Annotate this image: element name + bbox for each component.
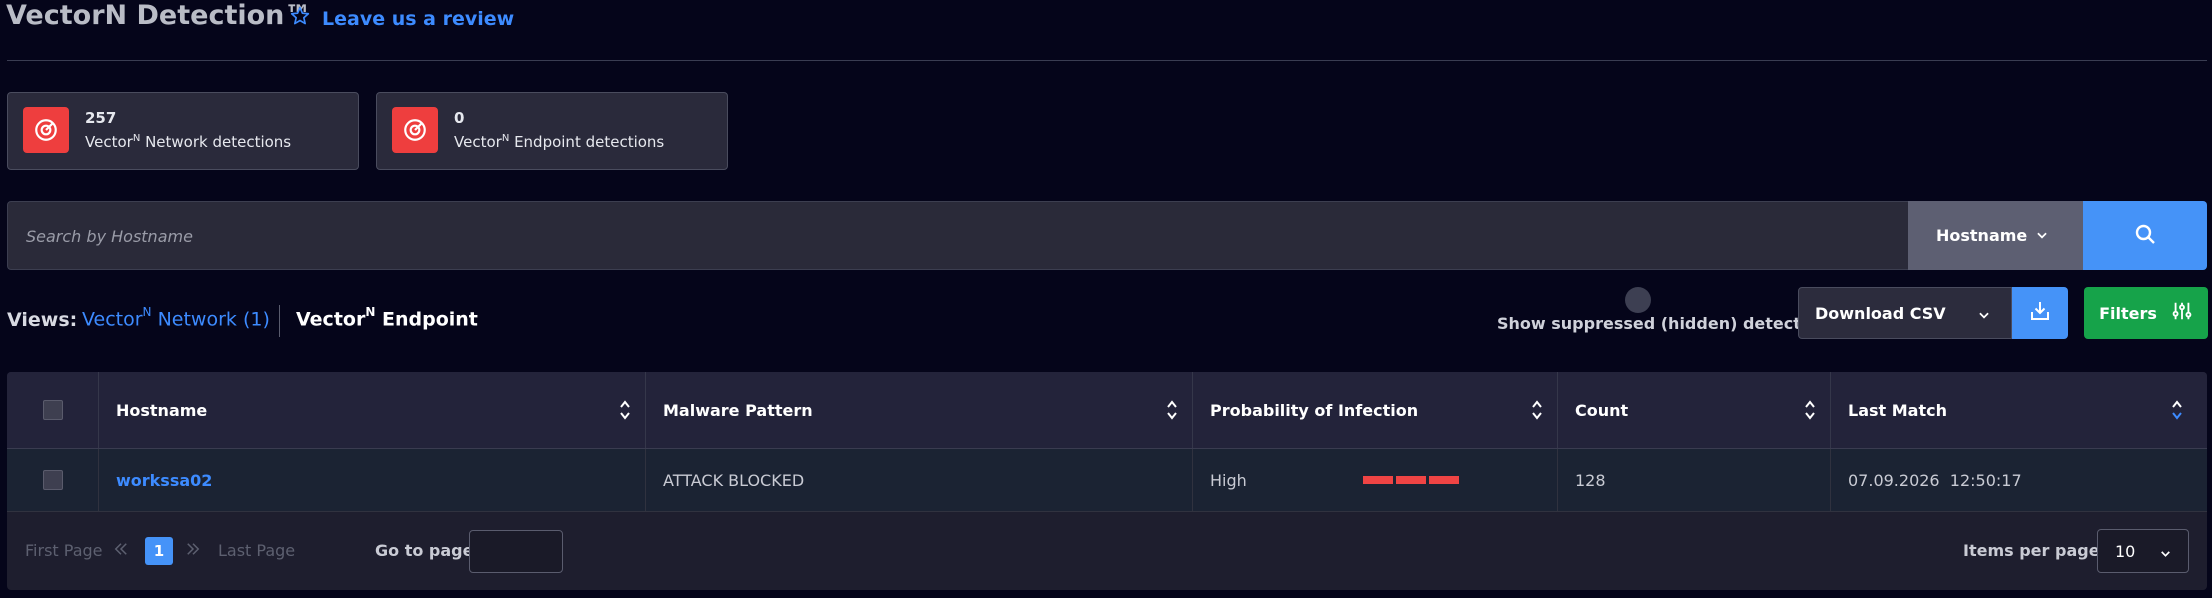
page-number-current[interactable]: 1	[145, 537, 173, 565]
suppressed-toggle[interactable]	[1625, 287, 1651, 313]
select-all-cell	[7, 372, 99, 448]
table-row[interactable]: workssa02 ATTACK BLOCKED High 128 07.09.…	[7, 449, 2207, 512]
probability-bars	[1363, 476, 1459, 484]
tab-endpoint-view[interactable]: VectorN Endpoint	[296, 305, 478, 330]
last-match-cell: 07.09.2026 12:50:17	[1848, 470, 2022, 490]
row-select-cell	[7, 449, 99, 511]
radar-icon	[392, 107, 438, 153]
double-chevron-right-icon[interactable]	[184, 539, 202, 563]
hostname-link[interactable]: workssa02	[116, 471, 212, 490]
radar-icon	[23, 107, 69, 153]
column-header-count[interactable]: Count	[1558, 372, 1831, 448]
search-button[interactable]	[2083, 201, 2207, 270]
items-per-page-select[interactable]: 10	[2097, 529, 2189, 573]
items-per-page-label: Items per page:	[1963, 541, 2106, 560]
network-detections-label: VectorN Network detections	[85, 133, 292, 151]
select-all-checkbox[interactable]	[43, 400, 63, 420]
column-header-label: Count	[1575, 400, 1629, 420]
search-icon	[2133, 222, 2157, 250]
detections-table: Hostname Malware Pattern Probability of …	[7, 372, 2207, 590]
column-header-label: Malware Pattern	[663, 400, 813, 420]
hostname-cell: workssa02	[99, 449, 646, 511]
suppressed-toggle-label: Show suppressed (hidden) detections	[1497, 314, 1839, 333]
network-detections-count: 257	[85, 109, 117, 127]
filters-button[interactable]: Filters	[2084, 287, 2208, 339]
probability-text: High	[1210, 470, 1247, 490]
chevron-down-icon	[2035, 227, 2049, 246]
sort-icon[interactable]	[1166, 399, 1178, 425]
endpoint-detections-label: VectorN Endpoint detections	[454, 133, 665, 151]
goto-page-input[interactable]	[469, 530, 563, 573]
sort-desc-icon[interactable]	[2171, 399, 2183, 425]
leave-review-link[interactable]: Leave us a review	[290, 6, 514, 31]
filters-label: Filters	[2099, 303, 2157, 323]
header-divider	[7, 60, 2207, 61]
search-input[interactable]	[24, 202, 1888, 271]
first-page-link[interactable]: First Page	[25, 541, 103, 560]
double-chevron-left-icon[interactable]	[112, 539, 130, 563]
search-field-dropdown[interactable]: Hostname	[1908, 201, 2083, 270]
column-header-last-match[interactable]: Last Match	[1831, 372, 2207, 448]
malware-pattern-cell: ATTACK BLOCKED	[646, 449, 1193, 511]
probability-bar	[1363, 476, 1393, 484]
sort-icon[interactable]	[619, 399, 631, 425]
download-icon	[2028, 299, 2052, 327]
column-header-label: Probability of Infection	[1210, 400, 1419, 420]
column-header-probability[interactable]: Probability of Infection	[1193, 372, 1558, 448]
last-page-link[interactable]: Last Page	[218, 541, 295, 560]
review-link-label: Leave us a review	[322, 7, 515, 30]
column-header-hostname[interactable]: Hostname	[99, 372, 646, 448]
endpoint-detections-count: 0	[454, 109, 465, 127]
sort-icon[interactable]	[1531, 399, 1543, 425]
table-header: Hostname Malware Pattern Probability of …	[7, 372, 2207, 449]
probability-bar	[1396, 476, 1426, 484]
probability-bar	[1429, 476, 1459, 484]
search-bar	[7, 201, 1909, 271]
column-header-label: Hostname	[116, 400, 208, 420]
chevron-down-icon	[2159, 545, 2172, 564]
views-label: Views:	[7, 309, 78, 331]
endpoint-detections-card: 0 VectorN Endpoint detections	[376, 92, 728, 170]
star-icon	[290, 6, 310, 31]
column-header-malware-pattern[interactable]: Malware Pattern	[646, 372, 1193, 448]
pagination: First Page 1 Last Page Go to page: Items…	[7, 512, 2207, 590]
goto-page-label: Go to page:	[375, 541, 480, 560]
row-checkbox[interactable]	[43, 470, 63, 490]
download-button[interactable]	[2012, 287, 2068, 339]
probability-cell: High	[1193, 449, 1558, 511]
download-csv-label: Download CSV	[1815, 303, 1946, 323]
items-per-page-value: 10	[2115, 541, 2136, 561]
chevron-down-icon	[1977, 307, 1991, 326]
sliders-icon	[2171, 300, 2193, 326]
network-detections-card: 257 VectorN Network detections	[7, 92, 359, 170]
tab-network-view[interactable]: VectorN Network (1)	[82, 305, 270, 330]
sort-icon[interactable]	[1804, 399, 1816, 425]
download-format-dropdown[interactable]: Download CSV	[1798, 287, 2012, 339]
page-title: VectorN Detection™	[6, 0, 312, 31]
count-cell: 128	[1558, 449, 1831, 511]
column-header-label: Last Match	[1848, 400, 1947, 420]
search-field-label: Hostname	[1936, 226, 2028, 245]
views-divider	[279, 305, 280, 337]
